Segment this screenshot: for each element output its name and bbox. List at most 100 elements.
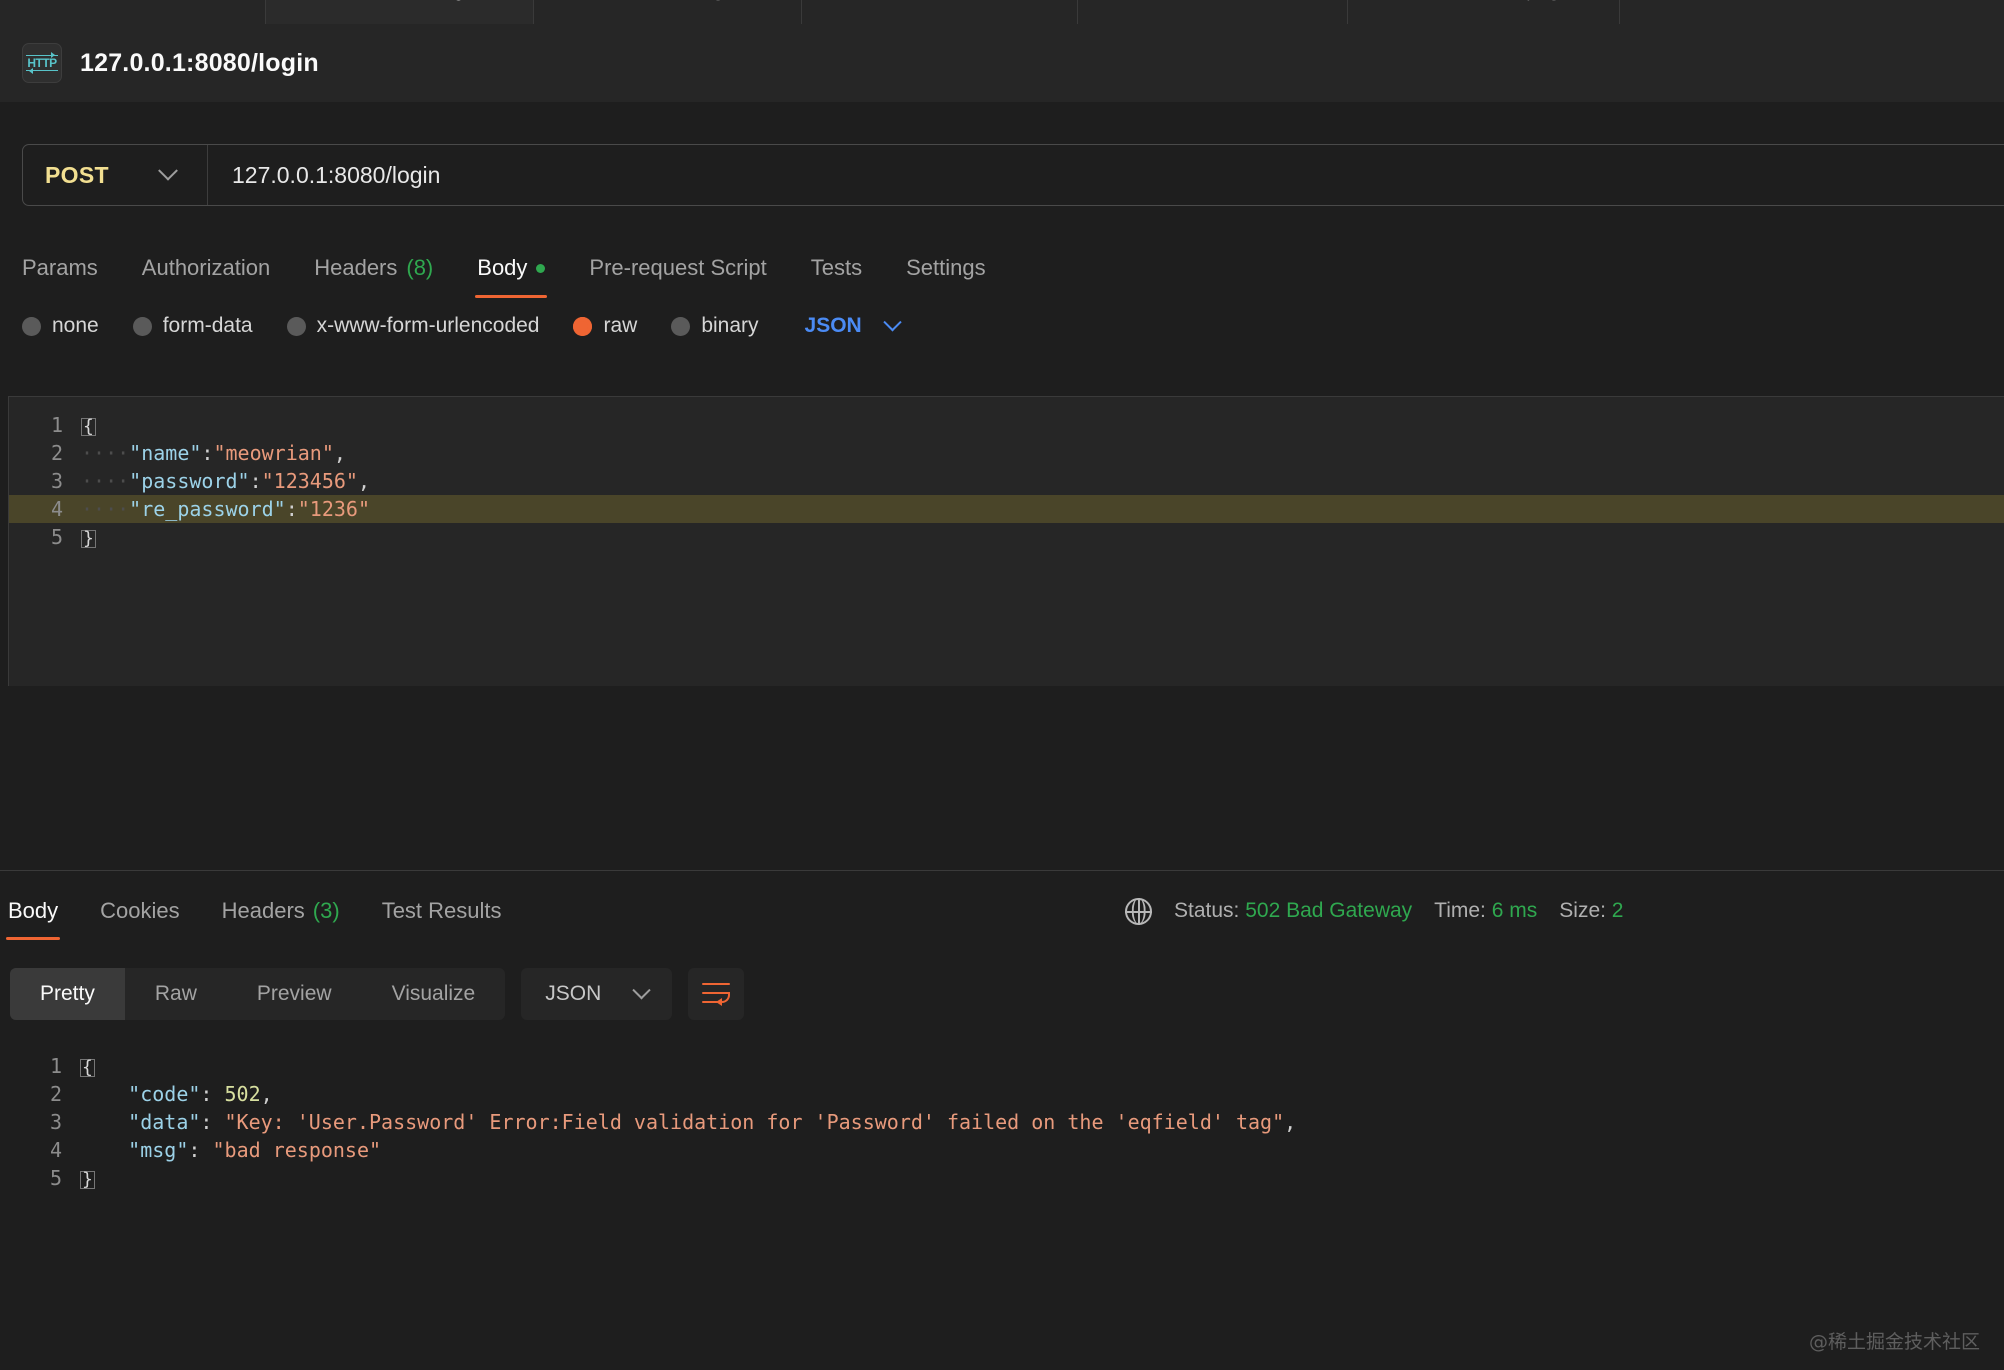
headers-count-badge: (8) xyxy=(406,255,434,280)
tab-label: Cookies xyxy=(100,898,180,923)
response-tab-test-results[interactable]: Test Results xyxy=(382,888,502,934)
url-bar-container: POST 127.0.0.1:8080/login xyxy=(22,144,2004,206)
tab-label: Authorization xyxy=(141,255,271,280)
response-code-area[interactable]: 1{2 "code": 502, 3 "data": "Key: 'User.Pa… xyxy=(8,1038,2004,1192)
response-headers-count-badge: (3) xyxy=(312,898,340,923)
watermark: @稀土掘金技术社区 xyxy=(1808,1331,1980,1353)
response-format-dropdown[interactable]: JSON xyxy=(521,968,673,1020)
status-group[interactable]: Status: 502 Bad Gateway xyxy=(1174,899,1412,923)
request-tab-active[interactable]: 127.0.0.1:8080/login xyxy=(266,0,534,24)
code-token: , xyxy=(357,469,371,493)
request-section-tabs[interactable]: Params Authorization Headers (8) Body Pr… xyxy=(22,248,986,298)
active-tab-underline xyxy=(475,295,548,298)
code-line[interactable]: 1{ xyxy=(9,411,2004,439)
line-number: 4 xyxy=(50,497,63,521)
body-type-none[interactable]: none xyxy=(22,314,99,338)
radio-icon[interactable] xyxy=(286,316,306,336)
code-token: "code" xyxy=(128,1082,201,1106)
response-section-tabs[interactable]: Body Cookies Headers (3) Test Results xyxy=(6,888,502,940)
time-group: Time: 6 ms xyxy=(1434,899,1537,923)
response-tab-cookies[interactable]: Cookies xyxy=(100,888,179,934)
view-mode-raw[interactable]: Raw xyxy=(125,968,227,1020)
code-token: "1236" xyxy=(297,497,371,521)
tab-tests[interactable]: Tests xyxy=(811,248,862,288)
radio-icon[interactable] xyxy=(22,316,41,336)
code-token: "Key: 'User.Password' Error:Field valida… xyxy=(224,1110,1285,1134)
code-line[interactable]: 5} xyxy=(8,1164,2004,1192)
line-number: 3 xyxy=(50,469,63,493)
body-type-label: binary xyxy=(701,314,759,337)
response-section-divider xyxy=(0,870,2004,871)
request-code-area[interactable]: 1{2 ····"name":"meowrian", 3 ····"password"… xyxy=(9,397,2004,551)
code-text: } xyxy=(81,525,96,549)
request-tab[interactable]: 127.0.0.1:8080/register xyxy=(534,0,802,24)
code-line[interactable]: 4 ····"re_password":"1236" xyxy=(9,495,2004,523)
body-format-dropdown[interactable]: JSON xyxy=(805,312,902,338)
body-type-selector[interactable]: none form-data x-www-form-urlencoded raw… xyxy=(22,308,902,344)
code-token: : xyxy=(188,1138,213,1162)
code-token: "123456" xyxy=(261,469,358,493)
code-token: "data" xyxy=(128,1110,201,1134)
request-tab[interactable]: 127.0.0.1:8080/hello xyxy=(0,0,266,24)
response-body-viewer[interactable]: 1{2 "code": 502, 3 "data": "Key: 'User.Pa… xyxy=(8,1038,2004,1192)
line-number: 3 xyxy=(49,1110,62,1134)
response-status-bar: Status: 502 Bad Gateway Time: 6 ms Size:… xyxy=(1125,888,1623,934)
line-number: 1 xyxy=(49,1054,62,1078)
tab-body[interactable]: Body xyxy=(475,248,548,298)
url-bar[interactable]: POST 127.0.0.1:8080/login xyxy=(22,144,2004,206)
request-tab-strip[interactable]: 127.0.0.1:8080/hello 127.0.0.1:8080/logi… xyxy=(0,0,2004,24)
request-tab[interactable]: 127.0.0.1:8080/ping xyxy=(1348,0,1620,24)
code-token: "re_password" xyxy=(129,497,286,521)
word-wrap-toggle[interactable] xyxy=(688,968,745,1020)
tab-label: Settings xyxy=(906,255,986,280)
radio-icon-selected[interactable] xyxy=(573,316,593,336)
code-line[interactable]: 2 "code": 502, xyxy=(8,1080,2004,1108)
status-label: Status: xyxy=(1174,899,1240,922)
response-view-toolbar[interactable]: Pretty Raw Preview Visualize JSON xyxy=(10,968,745,1020)
request-tab[interactable]: 127.0.0.1:8080/user xyxy=(1078,0,1348,24)
size-group: Size: 2 xyxy=(1559,899,1623,923)
body-type-label: raw xyxy=(603,314,638,337)
response-tab-headers[interactable]: Headers (3) xyxy=(222,888,340,934)
radio-icon[interactable] xyxy=(671,316,691,336)
code-token: , xyxy=(260,1082,273,1106)
code-token: ···· xyxy=(81,441,130,465)
body-type-urlencoded[interactable]: x-www-form-urlencoded xyxy=(286,314,540,338)
size-label: Size: xyxy=(1559,899,1606,922)
view-mode-pretty[interactable]: Pretty xyxy=(10,968,125,1020)
response-view-modes[interactable]: Pretty Raw Preview Visualize xyxy=(10,968,506,1020)
code-token: : xyxy=(200,1082,225,1106)
view-mode-visualize[interactable]: Visualize xyxy=(362,968,506,1020)
tab-authorization[interactable]: Authorization xyxy=(142,248,270,288)
view-mode-label: Pretty xyxy=(40,982,95,1005)
code-line[interactable]: 3 "data": "Key: 'User.Password' Error:Fi… xyxy=(8,1108,2004,1136)
size-value: 2 xyxy=(1611,899,1624,922)
code-line[interactable]: 1{ xyxy=(8,1052,2004,1080)
body-type-binary[interactable]: binary xyxy=(671,314,759,338)
body-type-form-data[interactable]: form-data xyxy=(132,314,253,338)
tab-label: Test Results xyxy=(381,898,502,923)
code-token: "name" xyxy=(129,441,202,465)
body-type-raw[interactable]: raw xyxy=(573,314,637,338)
word-wrap-icon xyxy=(702,983,731,1006)
view-mode-preview[interactable]: Preview xyxy=(227,968,362,1020)
tab-headers[interactable]: Headers (8) xyxy=(314,248,433,288)
body-type-label: x-www-form-urlencoded xyxy=(316,314,540,337)
new-tab-button[interactable]: + xyxy=(1620,0,1820,24)
tab-settings[interactable]: Settings xyxy=(906,248,986,288)
response-tab-body[interactable]: Body xyxy=(6,888,61,940)
radio-icon[interactable] xyxy=(132,316,152,336)
code-line[interactable]: 5} xyxy=(9,523,2004,551)
request-tab[interactable]: 127.0.0.1:8080/index xyxy=(802,0,1078,24)
tab-params[interactable]: Params xyxy=(22,248,98,288)
code-token: : xyxy=(201,441,214,465)
code-line[interactable]: 4 "msg": "bad response" xyxy=(8,1136,2004,1164)
request-body-editor[interactable]: 1{2 ····"name":"meowrian", 3 ····"password"… xyxy=(8,396,2004,686)
tab-label: Tests xyxy=(810,255,863,280)
code-token: : xyxy=(200,1110,225,1134)
code-line[interactable]: 3 ····"password":"123456", xyxy=(9,467,2004,495)
url-input[interactable]: 127.0.0.1:8080/login xyxy=(208,162,440,189)
code-line[interactable]: 2 ····"name":"meowrian", xyxy=(9,439,2004,467)
tab-pre-request-script[interactable]: Pre-request Script xyxy=(589,248,766,288)
method-selector[interactable]: POST xyxy=(23,145,208,205)
